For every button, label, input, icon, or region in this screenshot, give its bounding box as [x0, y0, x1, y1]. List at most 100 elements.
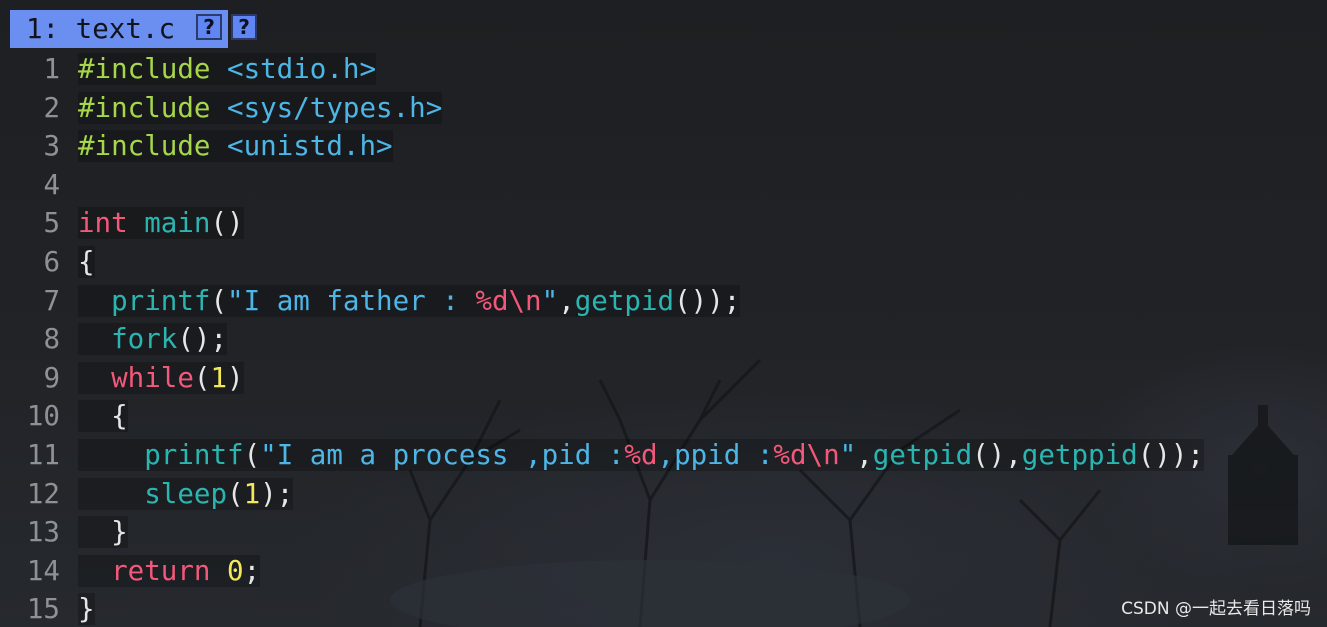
code-text: while(1) [78, 359, 244, 398]
code-token: getpid [872, 438, 973, 471]
code-token: } [78, 593, 95, 626]
code-token: <sys/types.h> [227, 91, 443, 124]
code-line[interactable]: 9 while(1) [0, 359, 1327, 398]
line-number: 8 [43, 323, 60, 356]
code-token: 0 [227, 554, 244, 587]
code-token: { [78, 245, 95, 278]
code-token: (); [177, 323, 228, 356]
code-text: int main() [78, 204, 244, 243]
line-number: 15 [26, 593, 60, 626]
code-line[interactable]: 5 int main() [0, 204, 1327, 243]
code-area[interactable]: 1 #include <stdio.h> 2 #include <sys/types.… [0, 50, 1327, 627]
line-number: 2 [43, 91, 60, 124]
code-token: #include [78, 91, 211, 124]
code-text: fork(); [78, 320, 228, 359]
code-token: getpid [574, 284, 675, 317]
code-token: printf [144, 438, 244, 471]
code-token: ; [243, 554, 261, 587]
code-line[interactable]: 1 #include <stdio.h> [0, 50, 1327, 89]
code-text: sleep(1); [78, 475, 294, 514]
code-token: main [144, 207, 211, 240]
code-token: sleep [144, 477, 228, 510]
code-token: "I am a process ,pid : [260, 438, 625, 471]
line-number: 14 [26, 554, 60, 587]
code-token: (), [972, 438, 1022, 471]
code-line[interactable]: 8 fork(); [0, 320, 1327, 359]
watermark: CSDN @一起去看日落吗 [1121, 599, 1311, 619]
code-token: ( [243, 438, 261, 471]
code-token: " [541, 284, 559, 317]
code-text: #include <unistd.h> [78, 127, 393, 166]
code-text: return 0; [78, 552, 261, 591]
code-token: { [78, 400, 128, 433]
code-text: { [78, 397, 128, 436]
code-line[interactable]: 14 return 0; [0, 552, 1327, 591]
code-token: %d\n [475, 284, 542, 317]
line-number: 4 [43, 168, 60, 201]
editor-window: 1: text.c ? ? 1 #include <stdio.h> 2 #inclu… [0, 0, 1327, 627]
code-token: ) [227, 361, 244, 394]
code-text: printf("I am a process ,pid :%d,ppid :%d… [78, 436, 1204, 475]
code-token: ()); [1137, 438, 1204, 471]
unknown-glyph-icon: ? [231, 14, 257, 40]
code-token: , [558, 284, 575, 317]
code-token: "I am father : [227, 284, 476, 317]
line-number: 9 [43, 361, 60, 394]
code-token: ()); [674, 284, 741, 317]
code-line[interactable]: 11 printf("I am a process ,pid :%d,ppid … [0, 436, 1327, 475]
code-line[interactable]: 3 #include <unistd.h> [0, 127, 1327, 166]
code-token: 1 [210, 361, 228, 394]
code-text: #include <sys/types.h> [78, 89, 443, 128]
line-number: 7 [43, 284, 60, 317]
code-token: " [839, 438, 857, 471]
code-token: () [210, 207, 244, 240]
code-text: } [78, 513, 128, 552]
code-token: #include [78, 130, 211, 163]
line-number: 6 [43, 245, 60, 278]
code-line[interactable]: 2 #include <sys/types.h> [0, 89, 1327, 128]
code-token: } [78, 516, 128, 549]
code-line[interactable]: 4 [0, 166, 1327, 205]
code-token: ( [193, 361, 211, 394]
code-text: printf("I am father : %d\n",getpid()); [78, 282, 741, 321]
unknown-glyph-icon: ? [196, 14, 222, 40]
line-number: 12 [26, 477, 60, 510]
code-token: %d [624, 438, 658, 471]
code-line[interactable]: 10 { [0, 397, 1327, 436]
code-token: %d\n [773, 438, 840, 471]
code-token: 1 [243, 477, 261, 510]
code-line[interactable]: 7 printf("I am father : %d\n",getpid()); [0, 282, 1327, 321]
code-token: <stdio.h> [227, 53, 377, 85]
code-token: ); [260, 477, 294, 510]
line-number: 13 [26, 516, 60, 549]
code-text: { [78, 243, 95, 282]
code-token: <unistd.h> [227, 130, 393, 163]
tab-bar: 1: text.c ? ? [0, 10, 1327, 48]
code-token: getppid [1021, 438, 1138, 471]
line-number: 5 [43, 207, 60, 240]
code-token: ( [210, 284, 228, 317]
code-line[interactable]: 13 } [0, 513, 1327, 552]
code-token: ( [227, 477, 244, 510]
code-token: , [856, 438, 873, 471]
line-number: 11 [26, 438, 60, 471]
line-number: 3 [43, 130, 60, 163]
code-line[interactable]: 6{ [0, 243, 1327, 282]
line-number: 10 [26, 400, 60, 433]
code-text: #include <stdio.h> [78, 50, 377, 89]
code-token: int [78, 207, 128, 240]
tab-label: 1: text.c [26, 13, 176, 45]
code-text: } [78, 590, 95, 627]
code-line[interactable]: 12 sleep(1); [0, 475, 1327, 514]
code-token: while [111, 361, 194, 394]
